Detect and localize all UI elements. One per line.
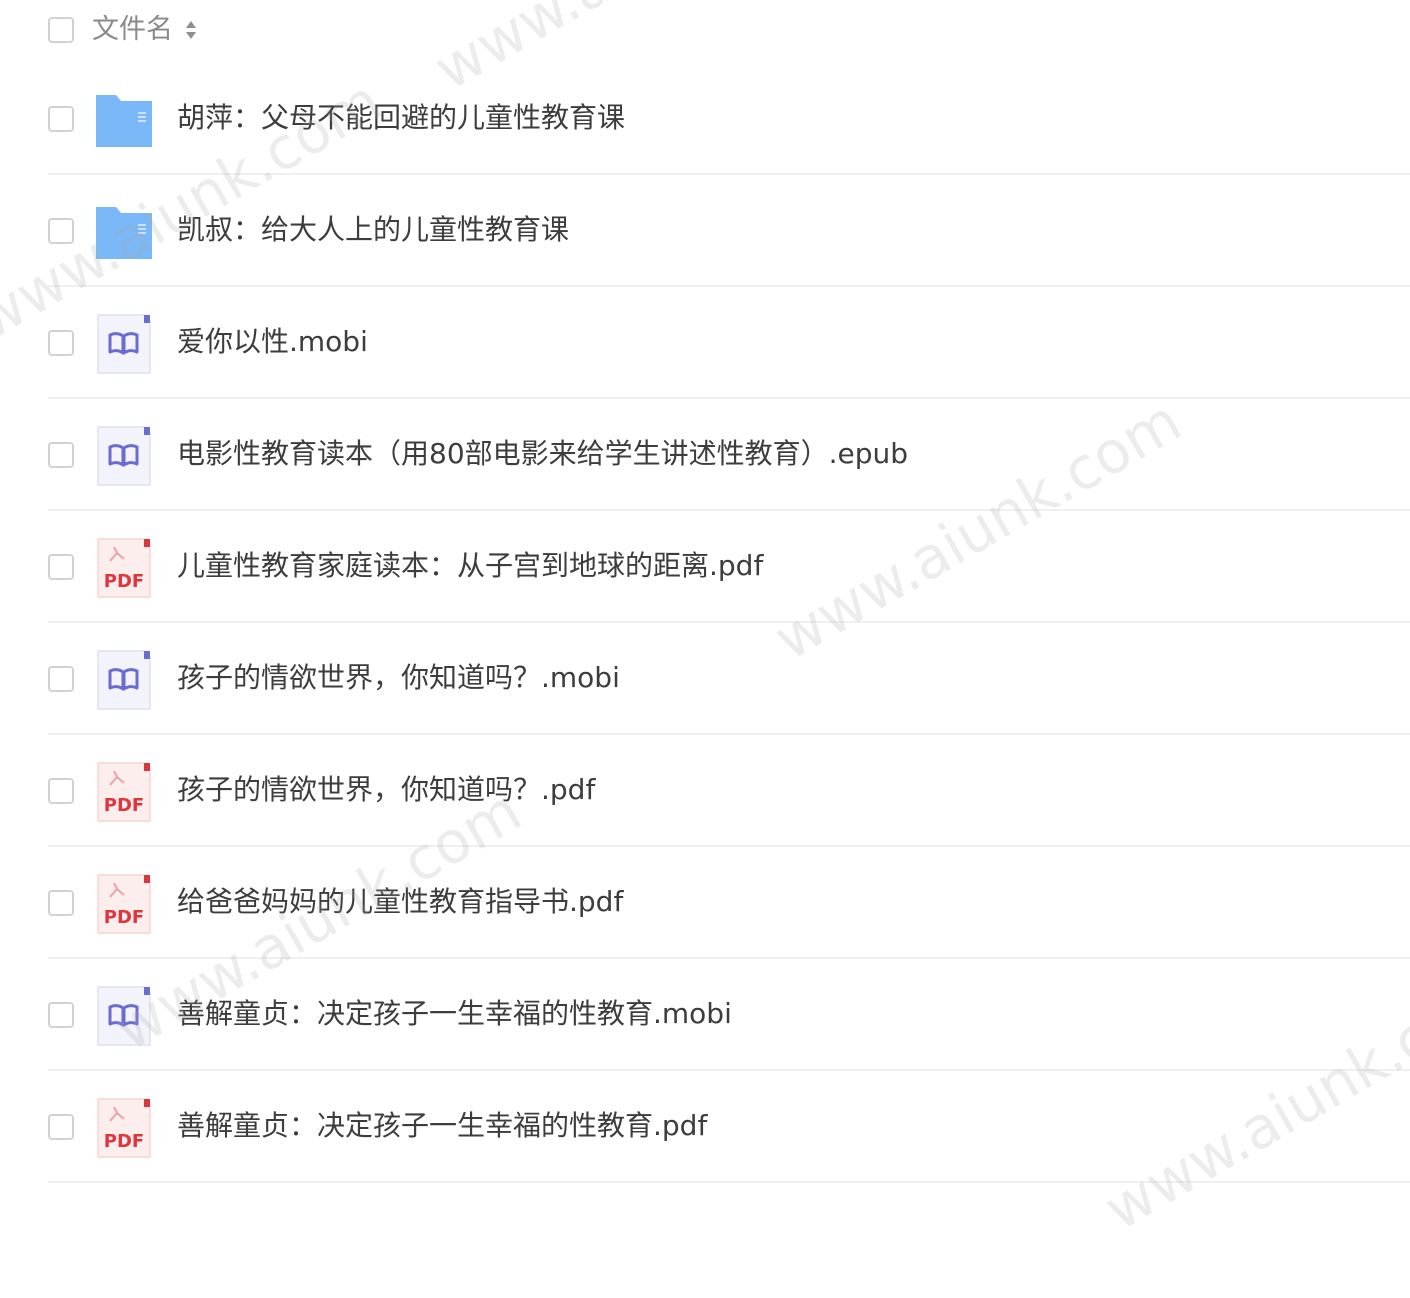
folder-icon (94, 201, 154, 263)
svg-text:PDF: PDF (104, 1131, 144, 1152)
file-row[interactable]: PDF 儿童性教育家庭读本：从子宫到地球的距离.pdf (48, 511, 1410, 623)
ebook-icon (94, 313, 154, 375)
file-row-checkbox[interactable] (48, 554, 74, 580)
file-row-checkbox[interactable] (48, 330, 74, 356)
column-header-filename[interactable]: 文件名 (92, 12, 173, 48)
file-row-checkbox[interactable] (48, 778, 74, 804)
file-row-checkbox[interactable] (48, 890, 74, 916)
select-all-checkbox[interactable] (48, 17, 74, 43)
ebook-icon (94, 425, 154, 487)
ebook-icon (94, 649, 154, 711)
file-row-checkbox[interactable] (48, 666, 74, 692)
file-row-checkbox[interactable] (48, 1114, 74, 1140)
file-name[interactable]: 凯叔：给大人上的儿童性教育课 (177, 209, 569, 251)
file-name[interactable]: 善解童贞：决定孩子一生幸福的性教育.pdf (177, 1105, 707, 1147)
pdf-icon: PDF (94, 761, 154, 823)
file-row[interactable]: PDF 善解童贞：决定孩子一生幸福的性教育.pdf (48, 1071, 1410, 1183)
svg-text:PDF: PDF (104, 795, 144, 816)
svg-text:PDF: PDF (104, 571, 144, 592)
pdf-icon: PDF (94, 537, 154, 599)
file-row-checkbox[interactable] (48, 218, 74, 244)
file-row-checkbox[interactable] (48, 442, 74, 468)
file-name[interactable]: 爱你以性.mobi (177, 321, 368, 363)
file-name[interactable]: 儿童性教育家庭读本：从子宫到地球的距离.pdf (177, 545, 763, 587)
file-name[interactable]: 善解童贞：决定孩子一生幸福的性教育.mobi (177, 993, 732, 1035)
file-row[interactable]: PDF 孩子的情欲世界，你知道吗？.pdf (48, 735, 1410, 847)
file-name[interactable]: 胡萍：父母不能回避的儿童性教育课 (177, 97, 625, 139)
file-row[interactable]: 爱你以性.mobi (48, 287, 1410, 399)
svg-text:PDF: PDF (104, 907, 144, 928)
file-name[interactable]: 孩子的情欲世界，你知道吗？.pdf (177, 769, 595, 811)
file-row[interactable]: 孩子的情欲世界，你知道吗？.mobi (48, 623, 1410, 735)
sort-updown-icon[interactable] (184, 18, 198, 42)
file-row[interactable]: 电影性教育读本（用80部电影来给学生讲述性教育）.epub (48, 399, 1410, 511)
file-name[interactable]: 电影性教育读本（用80部电影来给学生讲述性教育）.epub (177, 433, 908, 475)
file-row[interactable]: 凯叔：给大人上的儿童性教育课 (48, 175, 1410, 287)
ebook-icon (94, 985, 154, 1047)
file-name[interactable]: 给爸爸妈妈的儿童性教育指导书.pdf (177, 881, 623, 923)
file-row[interactable]: 善解童贞：决定孩子一生幸福的性教育.mobi (48, 959, 1410, 1071)
file-name[interactable]: 孩子的情欲世界，你知道吗？.mobi (177, 657, 620, 699)
pdf-icon: PDF (94, 1097, 154, 1159)
file-row[interactable]: 胡萍：父母不能回避的儿童性教育课 (48, 63, 1410, 175)
file-row[interactable]: PDF 给爸爸妈妈的儿童性教育指导书.pdf (48, 847, 1410, 959)
file-row-checkbox[interactable] (48, 1002, 74, 1028)
file-list-header: 文件名 (0, 0, 1410, 62)
file-row-checkbox[interactable] (48, 106, 74, 132)
pdf-icon: PDF (94, 873, 154, 935)
folder-icon (94, 89, 154, 151)
